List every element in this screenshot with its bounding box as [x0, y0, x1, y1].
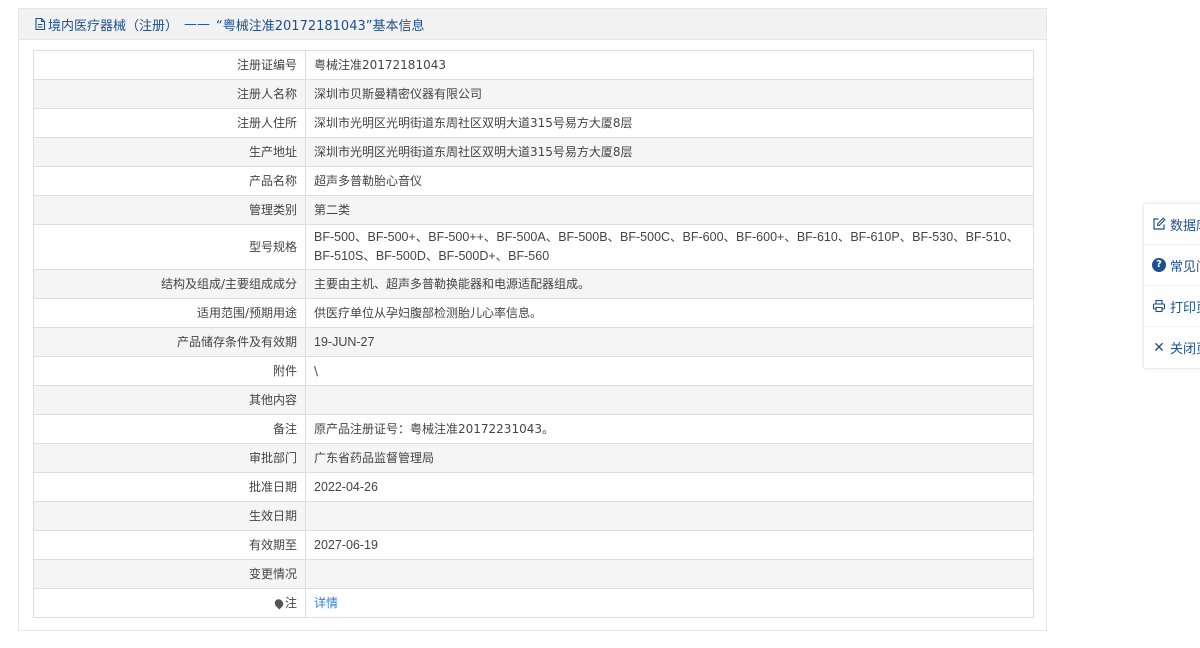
print-label: 打印页面: [1170, 300, 1200, 316]
document-icon: [35, 17, 46, 31]
table-row: 产品名称 超声多普勒胎心音仪: [33, 166, 1034, 196]
faq-label: 常见问题: [1169, 259, 1200, 275]
row-label: 管理类别: [33, 195, 306, 225]
row-label: 有效期至: [33, 530, 306, 560]
table-row: 备注 原产品注册证号：粤械注准20172231043。: [33, 414, 1034, 444]
row-value: BF-500、BF-500+、BF-500++、BF-500A、BF-500B、…: [305, 224, 1034, 270]
panel-body: 注册证编号 粤械注准20172181043 注册人名称 深圳市贝斯曼精密仪器有限…: [19, 40, 1046, 618]
table-row: 产品储存条件及有效期 19-JUN-27: [33, 327, 1034, 357]
info-table: 注册证编号 粤械注准20172181043 注册人名称 深圳市贝斯曼精密仪器有限…: [33, 50, 1034, 618]
side-toolbar: 数据库 ? 常见问题 打印页面 ✕ 关闭页面: [1143, 203, 1200, 369]
table-row: 批准日期 2022-04-26: [33, 472, 1034, 502]
row-value: 供医疗单位从孕妇腹部检测胎儿心率信息。: [305, 298, 1034, 328]
panel-header: 境内医疗器械（注册） —— “粤械注准20172181043”基本信息: [19, 9, 1046, 40]
row-value: 第二类: [305, 195, 1034, 225]
row-value: 深圳市贝斯曼精密仪器有限公司: [305, 79, 1034, 109]
header-dash: ——: [184, 16, 211, 32]
database-button[interactable]: 数据库: [1144, 204, 1200, 245]
table-row: 生效日期: [33, 501, 1034, 531]
print-button[interactable]: 打印页面: [1144, 286, 1200, 327]
row-value: 深圳市光明区光明街道东周社区双明大道315号易方大厦8层: [305, 108, 1034, 138]
table-row: 注册人名称 深圳市贝斯曼精密仪器有限公司: [33, 79, 1034, 109]
row-value: 粤械注准20172181043: [305, 50, 1034, 80]
table-row: 变更情况: [33, 559, 1034, 589]
row-label: 生产地址: [33, 137, 306, 167]
row-label: 审批部门: [33, 443, 306, 473]
close-page-label: 关闭页面: [1169, 342, 1200, 357]
row-label: 其他内容: [33, 385, 306, 415]
row-value: 2022-04-26: [305, 472, 1034, 502]
header-prefix: 境内医疗器械（注册）: [48, 18, 179, 34]
table-row: 附件 \: [33, 356, 1034, 386]
row-value: 详情: [305, 588, 1034, 618]
row-label: 注册人住所: [33, 108, 306, 138]
row-value: [305, 385, 1034, 415]
database-label: 数据库: [1170, 218, 1200, 234]
table-row: 型号规格 BF-500、BF-500+、BF-500++、BF-500A、BF-…: [33, 224, 1034, 270]
row-value: [305, 501, 1034, 531]
row-label: 产品名称: [33, 166, 306, 196]
details-link[interactable]: 详情: [314, 596, 338, 610]
table-row: 注册人住所 深圳市光明区光明街道东周社区双明大道315号易方大厦8层: [33, 108, 1034, 138]
row-label: 型号规格: [33, 224, 306, 270]
table-row: 适用范围/预期用途 供医疗单位从孕妇腹部检测胎儿心率信息。: [33, 298, 1034, 328]
row-value: 广东省药品监督管理局: [305, 443, 1034, 473]
close-page-button[interactable]: ✕ 关闭页面: [1144, 327, 1200, 368]
table-row: 有效期至 2027-06-19: [33, 530, 1034, 560]
row-label: 注册证编号: [33, 50, 306, 80]
pin-icon: [272, 596, 285, 610]
faq-button[interactable]: ? 常见问题: [1144, 245, 1200, 286]
table-row: 注 详情: [33, 588, 1034, 618]
row-label: 适用范围/预期用途: [33, 298, 306, 328]
row-value: 原产品注册证号：粤械注准20172231043。: [305, 414, 1034, 444]
table-row: 审批部门 广东省药品监督管理局: [33, 443, 1034, 473]
question-icon: ?: [1152, 258, 1166, 272]
row-label: 生效日期: [33, 501, 306, 531]
row-label: 变更情况: [33, 559, 306, 589]
row-value: 19-JUN-27: [305, 327, 1034, 357]
row-label: 注册人名称: [33, 79, 306, 109]
edit-icon: [1153, 217, 1166, 230]
row-label: 批准日期: [33, 472, 306, 502]
table-row: 其他内容: [33, 385, 1034, 415]
row-label: 注: [33, 588, 306, 618]
printer-icon: [1152, 299, 1166, 313]
basic-info-panel: 境内医疗器械（注册） —— “粤械注准20172181043”基本信息 注册证编…: [18, 8, 1047, 631]
table-row: 结构及组成/主要组成成分 主要由主机、超声多普勒换能器和电源适配器组成。: [33, 269, 1034, 299]
row-value: 主要由主机、超声多普勒换能器和电源适配器组成。: [305, 269, 1034, 299]
row-label: 附件: [33, 356, 306, 386]
row-value: [305, 559, 1034, 589]
table-row: 管理类别 第二类: [33, 195, 1034, 225]
row-label: 备注: [33, 414, 306, 444]
page-title: “粤械注准20172181043”基本信息: [216, 18, 425, 34]
row-label: 产品储存条件及有效期: [33, 327, 306, 357]
close-icon: ✕: [1153, 339, 1165, 356]
row-value: 2027-06-19: [305, 530, 1034, 560]
table-row: 生产地址 深圳市光明区光明街道东周社区双明大道315号易方大厦8层: [33, 137, 1034, 167]
table-row: 注册证编号 粤械注准20172181043: [33, 50, 1034, 80]
row-label: 结构及组成/主要组成成分: [33, 269, 306, 299]
note-label: 注: [284, 595, 297, 610]
row-value: 深圳市光明区光明街道东周社区双明大道315号易方大厦8层: [305, 137, 1034, 167]
row-value: \: [305, 356, 1034, 386]
row-value: 超声多普勒胎心音仪: [305, 166, 1034, 196]
